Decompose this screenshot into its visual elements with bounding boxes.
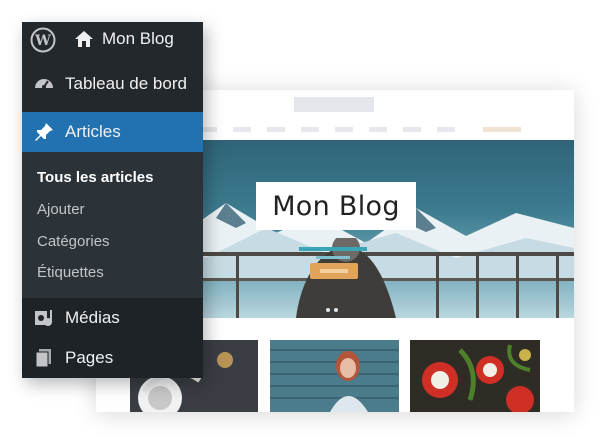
menu-item-media[interactable]: Médias — [22, 298, 203, 338]
home-icon[interactable] — [74, 30, 94, 48]
menu-item-dashboard[interactable]: Tableau de bord — [22, 64, 203, 104]
preview-header-bar — [294, 97, 374, 112]
menu-label-dashboard: Tableau de bord — [65, 74, 187, 93]
menu-label-articles: Articles — [65, 122, 121, 141]
menu-label-pages: Pages — [65, 348, 114, 367]
articles-submenu: Tous les articles Ajouter Catégories Éti… — [22, 152, 203, 298]
admin-bar: W Mon Blog — [22, 22, 203, 58]
menu-item-articles[interactable]: Articles — [22, 112, 203, 152]
hero-button[interactable] — [310, 263, 358, 279]
submenu-item-all-articles[interactable]: Tous les articles — [37, 169, 153, 186]
pushpin-icon — [33, 121, 55, 143]
thumbnail-portrait[interactable] — [270, 340, 399, 412]
dashboard-gauge-icon — [33, 73, 55, 95]
wordpress-logo-icon[interactable]: W — [30, 27, 56, 53]
menu-item-pages[interactable]: Pages — [22, 338, 203, 378]
submenu-item-add[interactable]: Ajouter — [37, 201, 85, 218]
pages-icon — [33, 347, 55, 369]
media-icon — [33, 307, 55, 329]
hero-accent-line-2 — [316, 256, 350, 259]
submenu-item-categories[interactable]: Catégories — [37, 233, 110, 250]
slider-dots[interactable] — [326, 299, 346, 312]
site-name-link[interactable]: Mon Blog — [102, 28, 174, 50]
submenu-item-tags[interactable]: Étiquettes — [37, 264, 104, 281]
preview-nav — [199, 127, 559, 132]
hero-title: Mon Blog — [256, 182, 416, 230]
hero-accent-line — [299, 247, 367, 251]
svg-text:W: W — [34, 33, 51, 49]
thumbnail-food[interactable] — [410, 340, 540, 412]
admin-sidebar: W Mon Blog Tableau de bord Articles Tous… — [22, 22, 203, 378]
menu-label-media: Médias — [65, 308, 120, 327]
